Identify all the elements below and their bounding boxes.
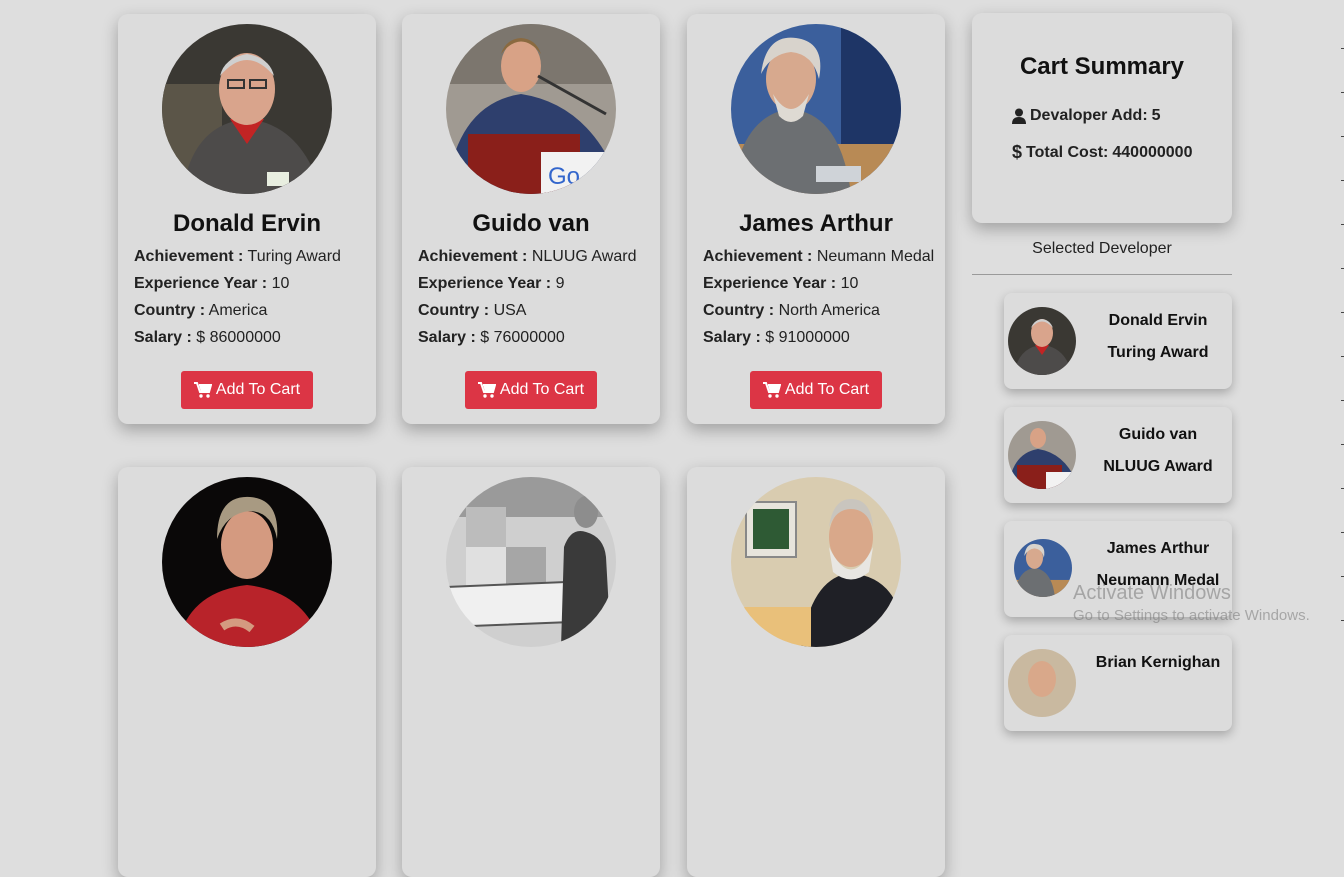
- country-row: Country : America: [134, 302, 268, 319]
- cart-summary: Cart Summary Devaloper Add: 5 $ Total Cos…: [972, 13, 1232, 223]
- selected-developer-item: Brian Kernighan: [1004, 635, 1232, 731]
- scrollbar-edge: [1340, 0, 1344, 660]
- divider: [972, 274, 1232, 275]
- developer-card: [687, 467, 945, 877]
- salary-row: Salary : $ 86000000: [134, 329, 281, 346]
- developer-name: Guido van: [472, 210, 590, 237]
- developer-name: Donald Ervin: [172, 210, 322, 237]
- add-to-cart-button[interactable]: Add To Cart: [750, 371, 882, 409]
- selected-developer-award: NLUUG Award: [1103, 458, 1213, 475]
- cart-icon: [762, 382, 781, 398]
- developer-info: Achievement : NLUUG Award Experience Yea…: [418, 247, 636, 355]
- selected-developer-item: Guido van NLUUG Award: [1004, 407, 1232, 503]
- achievement-row: Achievement : Neumann Medal: [703, 248, 935, 265]
- developer-card: Go Guido van Achievement : NLUUG Award E…: [402, 14, 660, 424]
- activate-windows-watermark: Activate Windows Go to Settings to activ…: [1073, 582, 1310, 624]
- developer-photo: Go: [446, 24, 616, 194]
- developer-name: James Arthur: [739, 210, 893, 237]
- developer-info: Achievement : Turing Award Experience Ye…: [134, 247, 341, 355]
- developer-photo: [731, 24, 901, 194]
- country-row: Country : USA: [418, 302, 527, 319]
- total-cost: $ Total Cost: 440000000: [1012, 142, 1193, 162]
- selected-developer-photo: [1008, 649, 1076, 717]
- user-icon: [1012, 108, 1026, 124]
- developer-add-count: Devaloper Add: 5: [1012, 107, 1161, 125]
- add-to-cart-button[interactable]: Add To Cart: [181, 371, 313, 409]
- selected-developer-name: James Arthur: [1106, 540, 1210, 557]
- selected-developer-photo: [1014, 539, 1072, 597]
- developer-photo: [162, 24, 332, 194]
- selected-developer-award: Turing Award: [1107, 344, 1209, 361]
- experience-row: Experience Year : 10: [703, 275, 859, 292]
- salary-row: Salary : $ 91000000: [703, 329, 850, 346]
- salary-row: Salary : $ 76000000: [418, 329, 565, 346]
- dollar-icon: $: [1012, 142, 1023, 162]
- add-to-cart-button[interactable]: Add To Cart: [465, 371, 597, 409]
- selected-developer-item: Donald Ervin Turing Award: [1004, 293, 1232, 389]
- selected-developer-photo: [1008, 307, 1076, 375]
- developer-card: James Arthur Achievement : Neumann Medal…: [687, 14, 945, 424]
- developer-card: [402, 467, 660, 877]
- achievement-row: Achievement : NLUUG Award: [418, 248, 637, 265]
- cart-summary-title: Cart Summary: [1019, 53, 1185, 80]
- developer-card: Donald Ervin Achievement : Turing Award …: [118, 14, 376, 424]
- cart-icon: [193, 382, 212, 398]
- developer-photo: [731, 477, 901, 647]
- selected-developer-name: Donald Ervin: [1108, 312, 1208, 329]
- selected-developer-name: Guido van: [1118, 426, 1198, 443]
- svg-text:Go: Go: [548, 163, 580, 190]
- selected-developer-name: Brian Kernighan: [1095, 654, 1221, 671]
- developer-photo: [162, 477, 332, 647]
- developer-info: Achievement : Neumann Medal Experience Y…: [703, 247, 934, 355]
- cart-icon: [477, 382, 496, 398]
- selected-developer-photo: [1008, 421, 1076, 489]
- country-row: Country : North America: [703, 302, 880, 319]
- selected-developer-heading: Selected Developer: [1032, 240, 1172, 257]
- experience-row: Experience Year : 9: [418, 275, 565, 292]
- achievement-row: Achievement : Turing Award: [134, 248, 341, 265]
- developer-card: [118, 467, 376, 877]
- experience-row: Experience Year : 10: [134, 275, 290, 292]
- developer-photo: [446, 477, 616, 647]
